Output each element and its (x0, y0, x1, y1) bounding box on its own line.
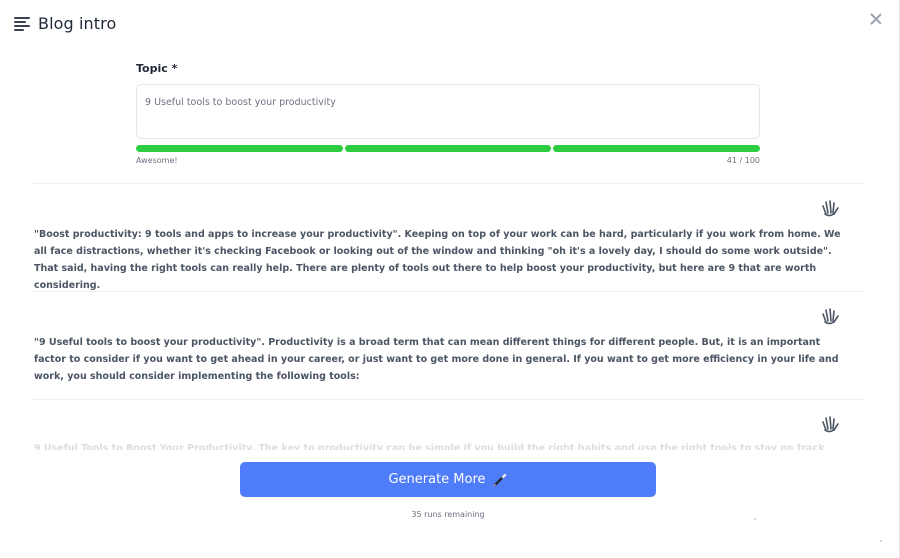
page-title: Blog intro (38, 14, 117, 33)
modal-header: Blog intro (14, 14, 116, 33)
topic-label: Topic * (136, 62, 178, 75)
menu-lines-icon (14, 16, 30, 31)
blog-intro-modal: Blog intro Topic * 9 Useful tools to boo… (0, 0, 900, 558)
close-icon[interactable] (867, 10, 885, 28)
divider (32, 291, 864, 292)
runs-remaining: 35 runs remaining (411, 510, 485, 519)
result-text: "9 Useful tools to boost your productivi… (34, 337, 839, 382)
result-text: 9 Useful Tools to Boost Your Productivit… (34, 443, 825, 450)
waving-hand-icon[interactable] (819, 305, 841, 327)
decorative-dot (880, 540, 882, 542)
quality-label: Awesome! (136, 156, 178, 165)
topic-quality-meter (136, 145, 761, 152)
meter-segment (136, 145, 343, 152)
char-counter: 41 / 100 (726, 156, 760, 165)
decorative-dot (754, 518, 756, 520)
divider (32, 183, 864, 184)
divider (32, 399, 864, 400)
pencil-icon (493, 473, 506, 486)
topic-input[interactable]: 9 Useful tools to boost your productivit… (136, 84, 760, 139)
generate-more-label: Generate More (388, 472, 486, 487)
waving-hand-icon[interactable] (819, 413, 841, 435)
meter-segment (344, 145, 552, 152)
result-text: "Boost productivity: 9 tools and apps to… (34, 229, 841, 291)
generate-more-button[interactable]: Generate More (240, 462, 656, 497)
waving-hand-icon[interactable] (819, 197, 841, 219)
meter-segment (553, 145, 761, 152)
